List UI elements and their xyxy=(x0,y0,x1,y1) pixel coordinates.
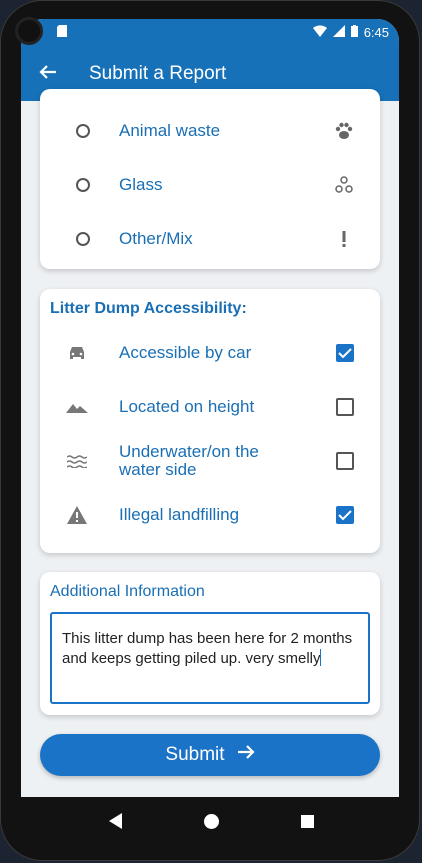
radio-button[interactable] xyxy=(76,178,90,192)
paw-icon xyxy=(332,119,356,143)
radio-option-other-mix[interactable]: Other/Mix xyxy=(40,219,380,259)
text-cursor xyxy=(320,649,322,666)
front-camera xyxy=(15,17,43,45)
phone-frame: 6:45 Submit a Report Animal waste Glass … xyxy=(0,0,420,861)
checkbox[interactable] xyxy=(336,344,354,362)
radio-button[interactable] xyxy=(76,232,90,246)
option-label-line1: Underwater/on the xyxy=(119,442,259,461)
radio-option-glass[interactable]: Glass xyxy=(40,165,380,205)
glass-bubbles-icon xyxy=(332,173,356,197)
additional-info-title: Additional Information xyxy=(50,583,205,600)
warning-icon xyxy=(65,503,89,527)
notification-icons xyxy=(57,25,67,40)
arrow-left-icon xyxy=(39,64,57,85)
checkbox[interactable] xyxy=(336,452,354,470)
option-label: Animal waste xyxy=(119,121,221,140)
status-time: 6:45 xyxy=(363,25,389,40)
checkbox[interactable] xyxy=(336,506,354,524)
arrow-right-icon xyxy=(237,744,255,766)
signal-icon xyxy=(332,25,345,40)
submit-button[interactable]: Submit xyxy=(40,734,380,776)
checkbox-accessible-by-car[interactable]: Accessible by car xyxy=(40,333,380,373)
sd-card-icon xyxy=(57,25,67,40)
status-bar: 6:45 xyxy=(21,19,399,47)
nav-home-icon[interactable] xyxy=(203,813,219,829)
mountain-icon xyxy=(65,395,89,419)
radio-option-animal-waste[interactable]: Animal waste xyxy=(40,111,380,151)
accessibility-card: Litter Dump Accessibility: Accessible by… xyxy=(40,289,380,553)
exclamation-icon xyxy=(332,227,356,251)
page-title: Submit a Report xyxy=(89,63,227,84)
accessibility-title: Litter Dump Accessibility: xyxy=(50,300,247,317)
car-icon xyxy=(65,341,89,365)
checkbox[interactable] xyxy=(336,398,354,416)
checkmark-icon xyxy=(338,348,352,359)
additional-info-textarea[interactable]: This litter dump has been here for 2 mon… xyxy=(50,612,370,704)
checkbox-underwater[interactable]: Underwater/on the water side xyxy=(40,441,380,481)
nav-back-icon[interactable] xyxy=(108,813,122,829)
checkbox-illegal-landfilling[interactable]: Illegal landfilling xyxy=(40,495,380,535)
water-icon xyxy=(65,449,89,473)
option-label-line2: water side xyxy=(119,460,197,479)
checkbox-located-on-height[interactable]: Located on height xyxy=(40,387,380,427)
additional-info-text: This litter dump has been here for 2 mon… xyxy=(62,630,353,667)
nav-recents-icon[interactable] xyxy=(300,814,314,828)
system-icons: 6:45 xyxy=(312,25,389,40)
option-label: Glass xyxy=(119,175,163,194)
battery-icon xyxy=(350,25,358,40)
litter-type-card: Animal waste Glass Other/Mix xyxy=(40,89,380,269)
checkmark-icon xyxy=(338,510,352,521)
option-label: Underwater/on the water side xyxy=(119,443,259,479)
system-nav-bar xyxy=(1,797,421,845)
form-content[interactable]: Animal waste Glass Other/Mix Litter Dump… xyxy=(21,89,399,797)
app-screen: 6:45 Submit a Report Animal waste Glass … xyxy=(21,19,399,797)
option-label: Accessible by car xyxy=(119,343,252,362)
option-label: Located on height xyxy=(119,397,255,416)
option-label: Illegal landfilling xyxy=(119,505,240,524)
radio-button[interactable] xyxy=(76,124,90,138)
additional-info-card: Additional Information This litter dump … xyxy=(40,572,380,715)
submit-label: Submit xyxy=(165,744,225,765)
wifi-icon xyxy=(312,25,327,40)
option-label: Other/Mix xyxy=(119,229,193,248)
